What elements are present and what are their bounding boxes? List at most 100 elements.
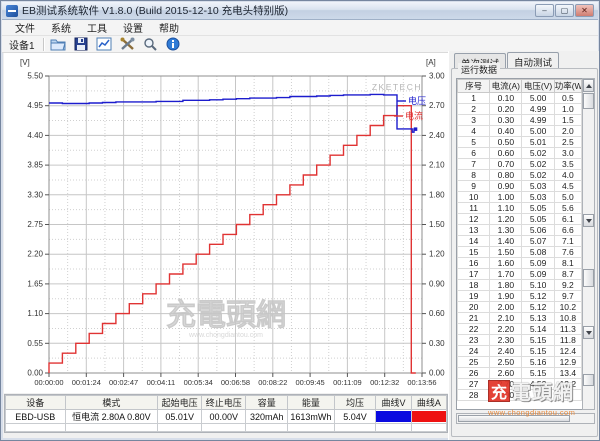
run-table-cell: 0.20: [490, 104, 522, 115]
time-axis-tick: 00:05:34: [184, 378, 213, 387]
run-table-row[interactable]: 101.005.035.0: [458, 192, 582, 203]
run-table-row[interactable]: 30.304.991.5: [458, 115, 582, 126]
summary-cell: [411, 424, 446, 432]
run-table-row[interactable]: 111.105.055.6: [458, 203, 582, 214]
run-table-row[interactable]: 181.805.109.2: [458, 280, 582, 291]
tools-icon[interactable]: [119, 37, 136, 52]
run-table-row[interactable]: 161.605.098.1: [458, 258, 582, 269]
menu-item-1[interactable]: 系统: [44, 19, 78, 36]
chart-center-watermark-url: www.chongdiantou.com: [188, 332, 263, 339]
menu-item-4[interactable]: 帮助: [152, 19, 186, 36]
run-table-cell: 5.09: [522, 269, 554, 280]
scrollbar-thumb[interactable]: [583, 269, 594, 287]
menu-item-0[interactable]: 文件: [8, 19, 42, 36]
device-selector[interactable]: 设备1: [7, 37, 37, 52]
run-table-row[interactable]: 141.405.077.1: [458, 236, 582, 247]
run-table-cell: 18: [458, 280, 490, 291]
run-table-row[interactable]: 202.005.1210.2: [458, 302, 582, 313]
curve-v-swatch[interactable]: [376, 411, 410, 422]
summary-col-header: 容量: [246, 396, 288, 410]
v-axis-tick: 2.20: [27, 250, 43, 259]
run-table-row[interactable]: 60.605.023.0: [458, 148, 582, 159]
run-table-cell: 24: [458, 346, 490, 357]
run-table-row[interactable]: 121.205.056.1: [458, 214, 582, 225]
run-table-row[interactable]: 131.305.066.6: [458, 225, 582, 236]
a-axis-tick: 2.40: [429, 131, 445, 140]
v-axis-tick: 2.75: [27, 220, 43, 229]
run-col-header[interactable]: 序号: [458, 80, 490, 93]
run-table-row[interactable]: 90.905.034.5: [458, 181, 582, 192]
v-axis-tick: 0.00: [27, 369, 43, 378]
save-icon[interactable]: [73, 37, 90, 52]
run-table-row[interactable]: 70.705.023.5: [458, 159, 582, 170]
run-table-cell: 5.6: [554, 203, 581, 214]
zoom-icon[interactable]: [142, 37, 159, 52]
run-table-row[interactable]: 40.405.002.0: [458, 126, 582, 137]
run-table-cell: 11.3: [554, 324, 581, 335]
run-table-row[interactable]: 232.305.1511.8: [458, 335, 582, 346]
run-table-row[interactable]: 80.805.024.0: [458, 170, 582, 181]
run-col-header[interactable]: 电压(V): [522, 80, 554, 93]
run-table-cell: 2.30: [490, 335, 522, 346]
close-button[interactable]: ✕: [575, 4, 594, 17]
menu-item-2[interactable]: 工具: [80, 19, 114, 36]
summary-col-header: 能量: [288, 396, 334, 410]
open-file-icon[interactable]: [50, 37, 67, 52]
summary-cell: [288, 424, 334, 432]
export-curve-icon[interactable]: [96, 37, 113, 52]
run-table-cell: 8.7: [554, 269, 581, 280]
scroll-up-button[interactable]: [583, 79, 594, 92]
menu-item-3[interactable]: 设置: [116, 19, 150, 36]
run-table-cell: 1.20: [490, 214, 522, 225]
run-table-cell: 5.07: [522, 236, 554, 247]
run-table-cell: 2.5: [554, 137, 581, 148]
summary-col-header: 曲线V: [376, 396, 411, 410]
scrollbar-thumb[interactable]: [583, 93, 594, 109]
run-table-cell: 5.16: [522, 357, 554, 368]
run-table-row[interactable]: 171.705.098.7: [458, 269, 582, 280]
voltage-curve-end-dot: [414, 127, 418, 130]
brand-watermark: ZKETECH: [372, 82, 422, 92]
run-table-cell: 5.0: [554, 192, 581, 203]
v-axis-tick: 1.10: [27, 309, 43, 318]
voltage-legend-label: 电压: [408, 95, 426, 106]
run-table-row[interactable]: 20.204.991.0: [458, 104, 582, 115]
arrow-down-icon: [586, 331, 592, 335]
summary-row[interactable]: EBD-USB恒电流 2.80A 0.80V05.01V00.00V320mAh…: [6, 410, 447, 424]
run-table-cell: 13: [458, 225, 490, 236]
info-icon[interactable]: [165, 37, 182, 52]
scroll-down-button[interactable]: [583, 214, 594, 227]
curve-a-swatch[interactable]: [412, 411, 446, 422]
title-bar[interactable]: EB测试系统软件 V1.8.0 (Build 2015-12-10 充电头特别版…: [2, 2, 598, 20]
run-table-row[interactable]: 252.505.1612.9: [458, 357, 582, 368]
tab-auto-test[interactable]: 自动测试: [507, 52, 559, 68]
maximize-button[interactable]: ▢: [555, 4, 574, 17]
run-table-cell: 7.1: [554, 236, 581, 247]
run-table-vscrollbar[interactable]: [582, 78, 595, 410]
run-table-row[interactable]: 191.905.129.7: [458, 291, 582, 302]
summary-cell: [246, 424, 288, 432]
run-table-cell: 23: [458, 335, 490, 346]
run-table-row[interactable]: 50.505.012.5: [458, 137, 582, 148]
scroll-down-button[interactable]: [583, 326, 594, 339]
run-table-cell: 0.60: [490, 148, 522, 159]
run-table-cell: 0.80: [490, 170, 522, 181]
run-table-cell: 0.10: [490, 93, 522, 104]
run-table-row[interactable]: 151.505.087.6: [458, 247, 582, 258]
run-table-cell: 5: [458, 137, 490, 148]
run-table-row[interactable]: 242.405.1512.4: [458, 346, 582, 357]
minimize-button[interactable]: –: [535, 4, 554, 17]
run-table-row[interactable]: 212.105.1310.8: [458, 313, 582, 324]
v-axis-tick: 4.95: [27, 101, 43, 110]
site-watermark: 充 電頭網 www.chongdiantou.com: [488, 376, 598, 436]
run-table-row[interactable]: 10.105.000.5: [458, 93, 582, 104]
run-col-header[interactable]: 电流(A): [490, 80, 522, 93]
run-table-cell: 5.15: [522, 335, 554, 346]
v-axis-tick: 3.85: [27, 161, 43, 170]
run-table-cell: 4.0: [554, 170, 581, 181]
run-table-cell: 5.03: [522, 192, 554, 203]
run-table-cell: 3.5: [554, 159, 581, 170]
a-axis-tick: 3.00: [429, 72, 445, 81]
run-table-row[interactable]: 222.205.1411.3: [458, 324, 582, 335]
run-col-header[interactable]: 功率(W): [554, 80, 581, 93]
